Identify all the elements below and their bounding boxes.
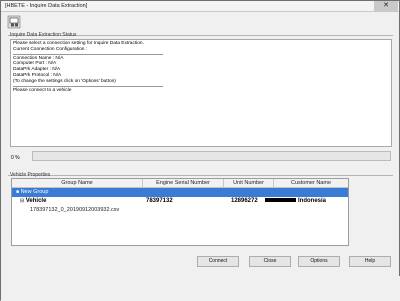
file-name: 178397132_0_20190912003932.csv <box>30 207 120 213</box>
redaction-bar <box>265 198 296 203</box>
main-window: [HBETE - Inquire Data Extraction] ✕ Inqu… <box>0 0 400 301</box>
vehicle-row[interactable]: ⊟ Vehicle 78397132 12896272 Indonesia <box>12 197 348 206</box>
status-line: Please connect to a vehicle <box>13 87 72 93</box>
engine-serial-value: 78397132 <box>146 198 173 204</box>
group-row[interactable]: ■ New Group <box>12 188 348 197</box>
column-header-group-name[interactable]: Group Name <box>12 179 143 188</box>
status-line: (To change the settings click on 'Option… <box>13 78 116 84</box>
progress-percent: 0 % <box>11 155 20 161</box>
toolbar <box>7 15 21 29</box>
status-line: Current Connection Configuration : <box>13 46 88 52</box>
close-window-button[interactable]: ✕ <box>374 1 398 11</box>
column-header-unit-number[interactable]: Unit Number <box>224 179 274 188</box>
connect-button[interactable]: Connect <box>197 256 239 267</box>
column-header-engine-serial[interactable]: Engine Serial Number <box>143 179 224 188</box>
title-bar: [HBETE - Inquire Data Extraction] ✕ <box>1 1 399 12</box>
window-footer <box>1 276 400 301</box>
status-textbox[interactable]: Please select a connection setting for I… <box>10 39 392 147</box>
unit-number-value: 12896272 <box>231 198 258 204</box>
column-header-customer-name[interactable]: Customer Name <box>274 179 348 188</box>
button-bar: Connect Close Options Help <box>1 256 400 268</box>
close-button[interactable]: Close <box>249 256 291 267</box>
status-panel-label: Inquire Data Extraction Status <box>10 32 77 38</box>
options-button[interactable]: Options <box>298 256 340 267</box>
separator <box>13 53 163 55</box>
window-title: [HBETE - Inquire Data Extraction] <box>5 3 88 9</box>
help-button[interactable]: Help <box>349 256 391 267</box>
file-row[interactable]: 178397132_0_20190912003932.csv <box>12 206 348 215</box>
progress-bar <box>32 151 391 161</box>
collapse-icon[interactable]: ⊟ <box>20 198 24 204</box>
separator <box>13 85 163 87</box>
group-name: New Group <box>20 189 49 195</box>
tool-icon[interactable] <box>7 15 21 29</box>
customer-name-value: Indonesia <box>298 198 327 204</box>
vehicle-name: Vehicle <box>25 198 47 204</box>
group-icon: ■ <box>16 189 20 195</box>
grid-header: Group Name Engine Serial Number Unit Num… <box>12 179 348 188</box>
vehicle-grid[interactable]: Group Name Engine Serial Number Unit Num… <box>11 178 349 246</box>
